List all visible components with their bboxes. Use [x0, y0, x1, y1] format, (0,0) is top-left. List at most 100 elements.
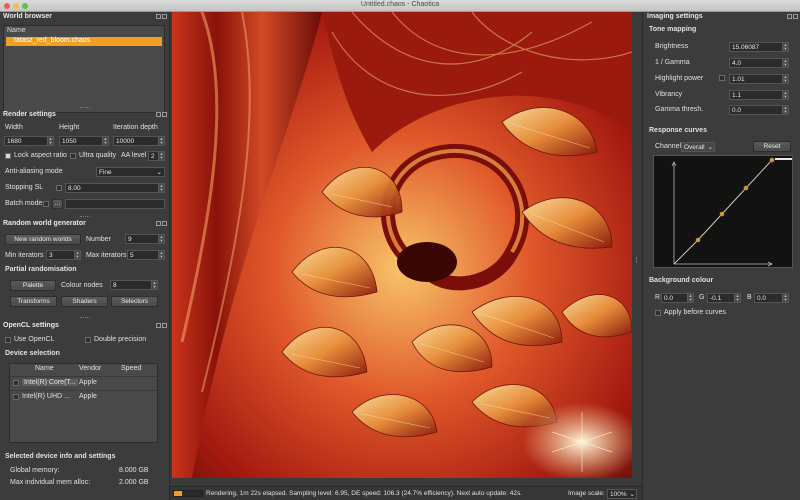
- selectors-button[interactable]: Selectors: [111, 296, 158, 307]
- min-iterators-value: 3: [49, 252, 53, 259]
- b-input[interactable]: 0.0 ▲ ▼: [754, 293, 789, 303]
- dock-float-close-icons[interactable]: [155, 323, 168, 328]
- curve-handle[interactable]: [775, 158, 792, 160]
- response-curve-editor[interactable]: [653, 155, 793, 268]
- status-text: Rendering, 1m 22s elapsed. Sampling leve…: [206, 490, 523, 497]
- dock-float-close-icons[interactable]: [155, 112, 168, 117]
- double-precision-checkbox[interactable]: [85, 337, 91, 343]
- brightness-input[interactable]: 15.06087 ▲ ▼: [729, 42, 789, 52]
- width-input[interactable]: 1680 ▲ ▼: [4, 136, 54, 146]
- batch-mode-path-input[interactable]: [65, 199, 165, 209]
- device-row-checkbox[interactable]: [13, 394, 19, 400]
- channel-label: Channel:: [655, 143, 684, 150]
- aa-level-input[interactable]: 2 ▲ ▼: [148, 151, 165, 161]
- width-stepper[interactable]: ▲ ▼: [47, 137, 53, 145]
- device-table[interactable]: Name Vendor Speed Intel(R) Core(T... App…: [9, 363, 158, 443]
- g-input[interactable]: -0.1 ▲ ▼: [707, 293, 741, 303]
- transforms-button[interactable]: Transforms: [10, 296, 57, 307]
- antialias-mode-select[interactable]: Fine ⌄: [96, 167, 165, 177]
- lock-aspect-checkbox[interactable]: [5, 153, 11, 159]
- iteration-depth-label: Iteration depth: [113, 124, 158, 131]
- vibrancy-stepper[interactable]: ▲ ▼: [782, 91, 788, 99]
- splitter-handle[interactable]: [80, 216, 90, 218]
- curve-control-point[interactable]: [743, 185, 749, 191]
- gamma-threshold-label: Gamma thresh.: [655, 106, 704, 113]
- gamma-threshold-value: 0.0: [732, 107, 742, 114]
- curve-control-point[interactable]: [695, 237, 701, 243]
- world-browser-column-name: Name: [7, 27, 26, 34]
- opencl-settings-title: OpenCL settings: [3, 322, 59, 329]
- height-input[interactable]: 1050 ▲ ▼: [59, 136, 109, 146]
- gamma-input[interactable]: 4.0 ▲ ▼: [729, 58, 789, 68]
- world-file-name: tatasz_red_bloom.chaos: [14, 37, 91, 44]
- colour-nodes-input[interactable]: 8 ▲ ▼: [110, 280, 158, 290]
- colour-nodes-stepper[interactable]: ▲ ▼: [151, 281, 157, 289]
- highlight-power-label: Highlight power: [655, 75, 704, 82]
- height-stepper[interactable]: ▲ ▼: [102, 137, 108, 145]
- ultra-quality-checkbox[interactable]: [70, 153, 76, 159]
- min-iterators-stepper[interactable]: ▲ ▼: [74, 251, 80, 259]
- table-row[interactable]: Intel(R) UHD ... Apple: [10, 390, 157, 403]
- vibrancy-value: 1.1: [732, 92, 742, 99]
- stopping-sl-stepper[interactable]: ▲ ▼: [158, 184, 164, 192]
- status-bar: Rendering, 1m 22s elapsed. Sampling leve…: [170, 486, 642, 500]
- canvas-splitter[interactable]: [633, 12, 642, 478]
- iteration-depth-input[interactable]: 10000 ▲ ▼: [113, 136, 165, 146]
- highlight-power-stepper[interactable]: ▲ ▼: [782, 75, 788, 83]
- background-colour-label: Background colour: [649, 277, 714, 284]
- reset-curves-button[interactable]: Reset: [753, 141, 791, 152]
- use-opencl-checkbox[interactable]: [5, 337, 11, 343]
- b-stepper[interactable]: ▲ ▼: [782, 294, 788, 302]
- world-browser-selected-row[interactable]: tatasz_red_bloom.chaos: [6, 37, 162, 46]
- chevron-down-icon: ⌄: [156, 169, 162, 176]
- gamma-stepper[interactable]: ▲ ▼: [782, 59, 788, 67]
- table-row[interactable]: Intel(R) Core(T... Apple: [10, 376, 157, 389]
- palette-button[interactable]: Palette: [10, 280, 56, 291]
- vibrancy-input[interactable]: 1.1 ▲ ▼: [729, 90, 789, 100]
- splitter-handle[interactable]: [80, 107, 90, 109]
- g-stepper[interactable]: ▲ ▼: [734, 294, 740, 302]
- max-alloc-value: 2.000 GB: [119, 479, 149, 486]
- r-stepper[interactable]: ▲ ▼: [687, 294, 693, 302]
- max-iterators-input[interactable]: 5 ▲ ▼: [127, 250, 165, 260]
- device-name: Intel(R) Core(T...: [22, 379, 78, 386]
- g-value: -0.1: [710, 295, 722, 302]
- curve-control-point[interactable]: [719, 211, 725, 217]
- curve-control-point[interactable]: [769, 157, 775, 163]
- device-vendor: Apple: [79, 393, 97, 400]
- apply-before-curves-checkbox[interactable]: [655, 310, 661, 316]
- number-stepper[interactable]: ▲ ▼: [158, 235, 164, 243]
- dock-float-close-icons[interactable]: [155, 221, 168, 226]
- stopping-sl-checkbox[interactable]: [56, 185, 62, 191]
- iteration-depth-stepper[interactable]: ▲ ▼: [158, 137, 164, 145]
- highlight-power-input[interactable]: 1.01 ▲ ▼: [729, 74, 789, 84]
- stopping-sl-input[interactable]: 8.00 ▲ ▼: [65, 183, 165, 193]
- render-canvas[interactable]: [172, 12, 632, 478]
- splitter-handle[interactable]: [80, 317, 90, 319]
- highlight-power-checkbox[interactable]: [719, 75, 725, 81]
- world-browser-list[interactable]: Name tatasz_red_bloom.chaos: [3, 25, 165, 113]
- r-input[interactable]: 0.0 ▲ ▼: [661, 293, 694, 303]
- device-row-checkbox[interactable]: [13, 380, 19, 386]
- channel-select[interactable]: Overall ⌄: [681, 142, 715, 152]
- batch-mode-checkbox[interactable]: [43, 201, 49, 207]
- batch-mode-browse-button[interactable]: ...: [52, 199, 63, 209]
- number-input[interactable]: 9 ▲ ▼: [125, 234, 165, 244]
- double-precision-label: Double precision: [94, 336, 147, 343]
- new-random-worlds-button[interactable]: New random worlds: [5, 234, 81, 245]
- render-settings-title: Render settings: [3, 111, 56, 118]
- max-iterators-stepper[interactable]: ▲ ▼: [158, 251, 164, 259]
- device-col-name: Name: [35, 365, 54, 372]
- gamma-threshold-stepper[interactable]: ▲ ▼: [782, 106, 788, 114]
- shaders-button[interactable]: Shaders: [61, 296, 108, 307]
- dock-float-close-icons[interactable]: [786, 14, 799, 19]
- gamma-threshold-input[interactable]: 0.0 ▲ ▼: [729, 105, 789, 115]
- height-label: Height: [59, 124, 80, 131]
- brightness-stepper[interactable]: ▲ ▼: [782, 43, 788, 51]
- min-iterators-input[interactable]: 3 ▲ ▼: [46, 250, 81, 260]
- aa-level-stepper[interactable]: ▲ ▼: [158, 152, 164, 160]
- colour-nodes-label: Colour nodes: [61, 282, 103, 289]
- partial-randomisation-label: Partial randomisation: [5, 266, 77, 273]
- dock-float-close-icons[interactable]: [155, 14, 168, 19]
- image-scale-select[interactable]: 100% ⌄: [607, 489, 637, 499]
